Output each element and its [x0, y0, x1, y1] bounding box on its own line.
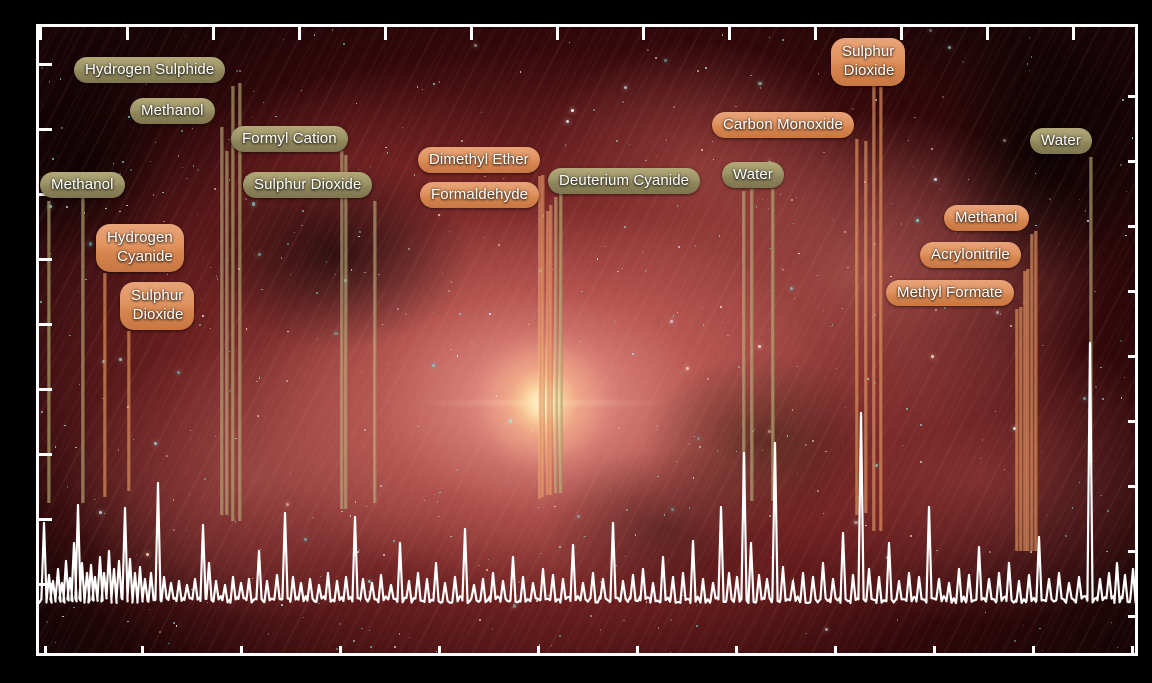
- molecule-label-acrylonitrile[interactable]: Acrylonitrile: [920, 242, 1021, 268]
- molecule-label-dimethyl-ether[interactable]: Dimethyl Ether: [418, 147, 540, 173]
- molecule-label-formyl-cation[interactable]: Formyl Cation: [231, 126, 348, 152]
- molecule-label-methanol[interactable]: Methanol: [130, 98, 215, 124]
- axis-tick-left: [39, 453, 52, 456]
- axis-tick-left: [39, 258, 52, 261]
- axis-tick-right: [1128, 95, 1135, 98]
- axis-tick-left: [39, 128, 52, 131]
- axis-tick-right: [1128, 420, 1135, 423]
- axis-tick-bottom: [735, 646, 738, 653]
- molecule-label-sulphur-dioxide[interactable]: Sulphur Dioxide: [243, 172, 373, 198]
- spectrum-nebula-figure: Hydrogen Sulphide Methanol Formyl Cation Me…: [0, 0, 1152, 683]
- axis-tick-top: [900, 27, 903, 40]
- molecule-label-methanol[interactable]: Methanol: [40, 172, 125, 198]
- axis-tick-left: [39, 583, 52, 586]
- molecule-label-deuterium-cyanide[interactable]: Deuterium Cyanide: [548, 168, 701, 194]
- axis-tick-right: [1128, 355, 1135, 358]
- axis-tick-right: [1128, 615, 1135, 618]
- axis-tick-left: [39, 323, 52, 326]
- axis-tick-bottom: [636, 646, 639, 653]
- molecule-label-water[interactable]: Water: [1030, 128, 1092, 154]
- axis-tick-right: [1128, 160, 1135, 163]
- axis-tick-top: [212, 27, 215, 40]
- axis-tick-left: [39, 63, 52, 66]
- molecule-label-hydrogen-cyanide[interactable]: Hydrogen Cyanide: [96, 224, 184, 272]
- axis-tick-right: [1128, 290, 1135, 293]
- axis-tick-top: [642, 27, 645, 40]
- molecule-label-sulphur-dioxide[interactable]: Sulphur Dioxide: [831, 38, 906, 86]
- molecule-label-formaldehyde[interactable]: Formaldehyde: [420, 182, 540, 208]
- star: [811, 652, 813, 653]
- axis-tick-top: [470, 27, 473, 40]
- axis-tick-left: [39, 518, 52, 521]
- molecule-label-methanol[interactable]: Methanol: [944, 205, 1029, 231]
- axis-tick-top: [986, 27, 989, 40]
- axis-tick-top: [126, 27, 129, 40]
- axis-tick-top: [556, 27, 559, 40]
- axis-tick-top: [1072, 27, 1075, 40]
- axis-tick-bottom: [141, 646, 144, 653]
- axis-tick-right: [1128, 485, 1135, 488]
- axis-tick-bottom: [537, 646, 540, 653]
- axis-tick-bottom: [438, 646, 441, 653]
- molecule-label-water[interactable]: Water: [722, 162, 784, 188]
- axis-tick-left: [39, 388, 52, 391]
- axis-tick-top: [728, 27, 731, 40]
- molecule-label-methyl-formate[interactable]: Methyl Formate: [886, 280, 1014, 306]
- axis-tick-bottom: [44, 646, 47, 653]
- axis-tick-top: [298, 27, 301, 40]
- axis-tick-bottom: [834, 646, 837, 653]
- molecule-label-hydrogen-sulphide[interactable]: Hydrogen Sulphide: [74, 57, 226, 83]
- molecule-label-carbon-monoxide[interactable]: Carbon Monoxide: [712, 112, 854, 138]
- axis-tick-bottom: [240, 646, 243, 653]
- axis-tick-top: [39, 27, 42, 40]
- axis-tick-top: [384, 27, 387, 40]
- axis-tick-bottom: [339, 646, 342, 653]
- axis-tick-bottom: [1032, 646, 1035, 653]
- molecule-label-sulphur-dioxide[interactable]: Sulphur Dioxide: [120, 282, 195, 330]
- axis-tick-top: [814, 27, 817, 40]
- axis-tick-bottom: [1131, 646, 1134, 653]
- axis-tick-bottom: [933, 646, 936, 653]
- axis-tick-right: [1128, 225, 1135, 228]
- axis-tick-right: [1128, 550, 1135, 553]
